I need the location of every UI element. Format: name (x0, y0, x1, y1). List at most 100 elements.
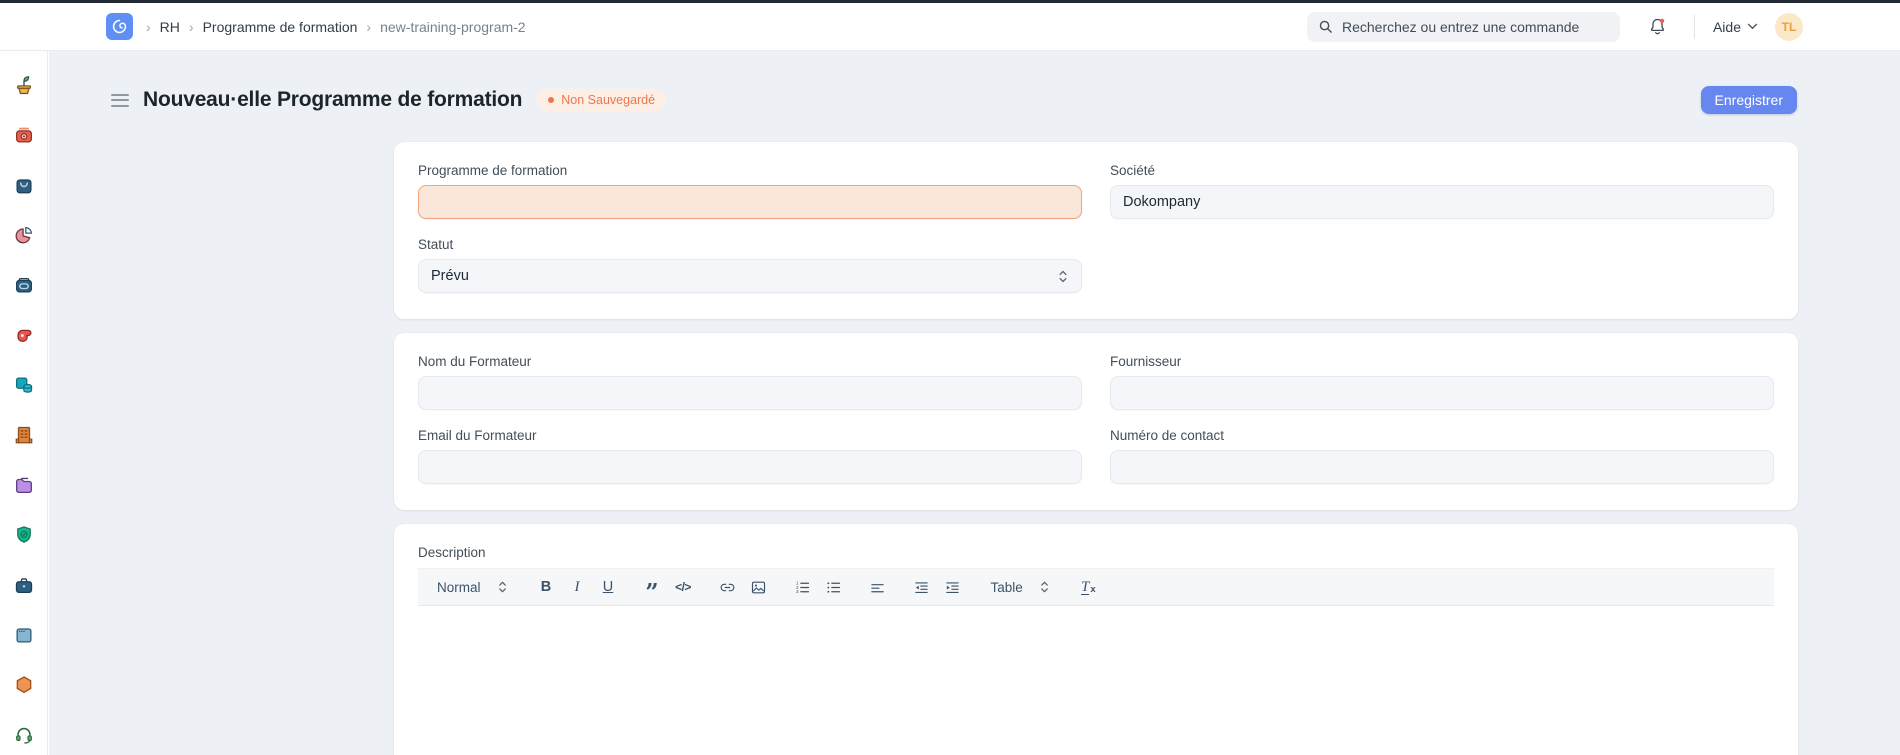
fournisseur-input[interactable] (1110, 376, 1774, 410)
breadcrumb-item-programme-de-formation[interactable]: Programme de formation (203, 19, 358, 35)
field-numero-de-contact: Numéro de contact (1110, 428, 1774, 484)
camera-icon (13, 124, 35, 146)
search-input[interactable] (1342, 19, 1609, 35)
image-button[interactable] (745, 574, 772, 601)
hexagon-icon (13, 674, 35, 696)
hamburger-icon (111, 94, 129, 96)
breadcrumb-separator: › (146, 19, 151, 35)
rich-text-editor: Normal B I U ” </> (418, 568, 1774, 755)
navbar-left: › RH › Programme de formation › new-trai… (106, 13, 1307, 40)
breadcrumb-separator: › (189, 19, 194, 35)
statut-value: Prévu (431, 268, 469, 284)
field-label: Statut (418, 237, 1082, 252)
help-menu[interactable]: Aide (1713, 19, 1758, 35)
email-du-formateur-input[interactable] (418, 450, 1082, 484)
status-badge-label: Non Sauvegardé (561, 93, 655, 107)
link-button[interactable] (714, 574, 741, 601)
form-area: Programme de formation Société Statut Pr… (394, 142, 1798, 755)
table-menu-button[interactable]: Table (981, 580, 1060, 595)
unsaved-status-badge: Non Sauvegardé (537, 89, 666, 111)
outdent-icon (913, 579, 930, 596)
navbar-right: Aide TL (1307, 12, 1803, 42)
sidebar-item-headset[interactable] (13, 724, 35, 746)
sidebar-item-folder[interactable] (13, 474, 35, 496)
field-nom-du-formateur: Nom du Formateur (418, 354, 1082, 410)
field-description: Description (418, 545, 1774, 560)
sidebar-item-hexagon[interactable] (13, 674, 35, 696)
sidebar-item-camera[interactable] (13, 124, 35, 146)
link-icon (719, 579, 736, 596)
wallet-icon (13, 274, 35, 296)
underline-button[interactable]: U (595, 574, 622, 601)
page-header: Nouveau·elle Programme de formation Non … (111, 85, 1797, 115)
select-updown-icon (1057, 269, 1069, 284)
field-fournisseur: Fournisseur (1110, 354, 1774, 410)
briefcase-icon (13, 574, 35, 596)
description-editor-content[interactable] (418, 606, 1774, 755)
breadcrumb-item-current: new-training-program-2 (380, 19, 526, 35)
italic-button[interactable]: I (564, 574, 591, 601)
bold-button[interactable]: B (533, 574, 560, 601)
global-search[interactable] (1307, 12, 1620, 42)
building-icon (13, 424, 35, 446)
field-label: Société (1110, 163, 1774, 178)
main-content: Nouveau·elle Programme de formation Non … (49, 51, 1900, 755)
window-top-edge (0, 0, 1900, 3)
sidebar-item-wallet[interactable] (13, 274, 35, 296)
blockquote-button[interactable]: ” (639, 574, 666, 601)
search-icon (1318, 19, 1333, 34)
field-programme-de-formation: Programme de formation (418, 163, 1082, 219)
sidebar-item-pie-chart[interactable] (13, 224, 35, 246)
app-icon-sidebar (0, 51, 48, 755)
bullet-list-icon (825, 579, 842, 596)
field-label: Email du Formateur (418, 428, 1082, 443)
save-button[interactable]: Enregistrer (1701, 86, 1797, 114)
bullet-list-button[interactable] (820, 574, 847, 601)
image-icon (750, 579, 767, 596)
svg-text:3: 3 (795, 589, 798, 594)
chevron-down-icon (1747, 23, 1758, 30)
outdent-button[interactable] (908, 574, 935, 601)
user-avatar[interactable]: TL (1775, 13, 1803, 41)
programme-de-formation-input[interactable] (418, 185, 1082, 219)
headset-icon (13, 724, 35, 746)
field-label: Numéro de contact (1110, 428, 1774, 443)
paragraph-style-value: Normal (437, 580, 481, 595)
clear-format-button[interactable]: T x (1075, 574, 1102, 601)
field-label: Nom du Formateur (418, 354, 1082, 369)
statut-select[interactable]: Prévu (418, 259, 1082, 293)
notification-dot (1660, 18, 1664, 22)
sidebar-item-shopping-bag[interactable] (13, 174, 35, 196)
align-icon (869, 579, 886, 596)
field-label: Description (418, 545, 1774, 560)
sidebar-toggle-button[interactable] (111, 90, 129, 110)
nom-du-formateur-input[interactable] (418, 376, 1082, 410)
whistle-icon (13, 324, 35, 346)
sidebar-item-whistle[interactable] (13, 324, 35, 346)
paragraph-style-select[interactable]: Normal (427, 580, 518, 595)
logo-swirl-icon (109, 16, 130, 37)
breadcrumb-item-rh[interactable]: RH (160, 19, 180, 35)
sidebar-item-browser-card[interactable] (13, 624, 35, 646)
sidebar-item-building[interactable] (13, 424, 35, 446)
societe-input[interactable] (1110, 185, 1774, 219)
ordered-list-button[interactable]: 1 2 3 (789, 574, 816, 601)
code-button[interactable]: </> (670, 574, 697, 601)
shield-check-icon (13, 524, 35, 546)
shopping-bag-icon (13, 174, 35, 196)
sidebar-item-briefcase[interactable] (13, 574, 35, 596)
sidebar-item-plant[interactable] (13, 74, 35, 96)
numero-de-contact-input[interactable] (1110, 450, 1774, 484)
align-button[interactable] (864, 574, 891, 601)
sidebar-item-shield[interactable] (13, 524, 35, 546)
field-societe: Société (1110, 163, 1774, 219)
indent-button[interactable] (939, 574, 966, 601)
field-label: Programme de formation (418, 163, 1082, 178)
notifications-button[interactable] (1647, 15, 1669, 39)
help-label: Aide (1713, 19, 1741, 35)
breadcrumb: › RH › Programme de formation › new-trai… (146, 19, 526, 35)
app-logo[interactable] (106, 13, 133, 40)
breadcrumb-separator: › (366, 19, 371, 35)
navbar-divider (1694, 15, 1695, 39)
sidebar-item-database[interactable] (13, 374, 35, 396)
